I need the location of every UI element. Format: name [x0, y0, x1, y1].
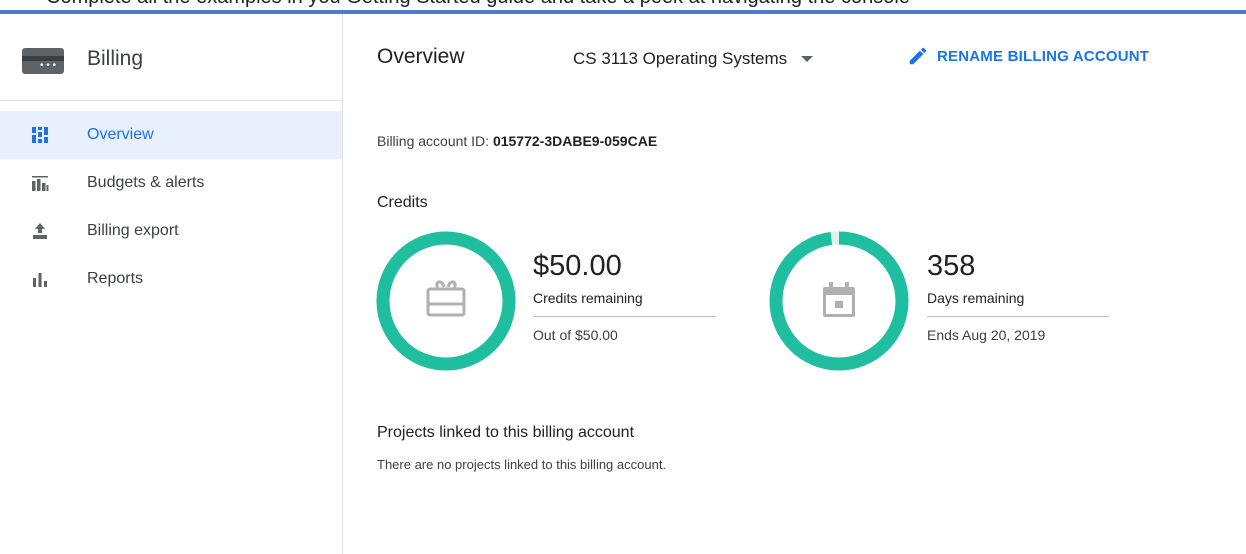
top-banner-text: Complete all the examples in you Getting… — [46, 0, 910, 9]
projects-heading: Projects linked to this billing account — [377, 424, 635, 441]
main-header: Overview CS 3113 Operating Systems RENAM… — [343, 14, 1246, 100]
rename-button-label: RENAME BILLING ACCOUNT — [937, 47, 1150, 65]
sidebar-item-label: Budgets & alerts — [87, 174, 205, 191]
sidebar-item-reports[interactable]: Reports — [0, 255, 342, 303]
gift-card-icon — [426, 280, 466, 317]
days-remaining-value: 358 — [927, 250, 976, 282]
sidebar-item-label: Overview — [87, 126, 154, 143]
billing-account-selector[interactable]: CS 3113 Operating Systems — [573, 47, 814, 71]
sidebar-item-billing-export[interactable]: Billing export — [0, 207, 342, 255]
upload-icon — [33, 223, 47, 239]
pencil-icon — [909, 47, 927, 65]
rename-billing-account-button[interactable]: RENAME BILLING ACCOUNT — [907, 45, 1149, 67]
days-divider — [927, 316, 1109, 317]
billing-account-id-value: 015772-3DABE9-059CAE — [492, 133, 658, 149]
bar-chart-icon — [33, 273, 47, 287]
sidebar-header: ••• Billing — [0, 14, 342, 101]
sidebar-item-label: Billing export — [87, 222, 179, 239]
days-remaining-label: Days remaining — [927, 290, 1025, 306]
sidebar-item-overview[interactable]: Overview — [0, 111, 342, 159]
sidebar-nav: Overview Budgets & alerts Billing export — [0, 111, 342, 303]
billing-account-id-label: Billing account ID: — [377, 133, 493, 149]
credits-remaining-value: $50.00 — [533, 250, 622, 282]
credits-end-date: Ends Aug 20, 2019 — [927, 327, 1046, 343]
credits-remaining-label: Credits remaining — [533, 290, 643, 306]
budget-chart-icon — [32, 176, 49, 191]
days-remaining-ring — [769, 231, 909, 371]
sidebar-item-budgets-alerts[interactable]: Budgets & alerts — [0, 159, 342, 207]
credits-divider — [533, 316, 716, 317]
calendar-icon — [823, 282, 855, 317]
sidebar-title: Billing — [87, 47, 144, 70]
top-banner-strip: Complete all the examples in you Getting… — [0, 0, 1246, 10]
credits-remaining-ring — [376, 231, 516, 371]
credits-heading: Credits — [377, 194, 428, 211]
dashboard-icon — [32, 127, 48, 143]
credits-remaining-progress — [376, 231, 516, 371]
billing-account-name: CS 3113 Operating Systems — [573, 49, 788, 68]
credits-total-text: Out of $50.00 — [533, 327, 618, 343]
sidebar-item-label: Reports — [87, 270, 144, 287]
page-title: Overview — [377, 45, 465, 68]
projects-empty-message: There are no projects linked to this bil… — [377, 457, 667, 472]
dropdown-arrow-icon[interactable] — [801, 56, 814, 62]
billing-card-icon: ••• — [22, 48, 64, 74]
sidebar: ••• Billing Overview Budgets & alerts Bi… — [0, 14, 343, 554]
billing-account-id-row: Billing account ID: 015772-3DABE9-059CAE — [377, 133, 657, 149]
